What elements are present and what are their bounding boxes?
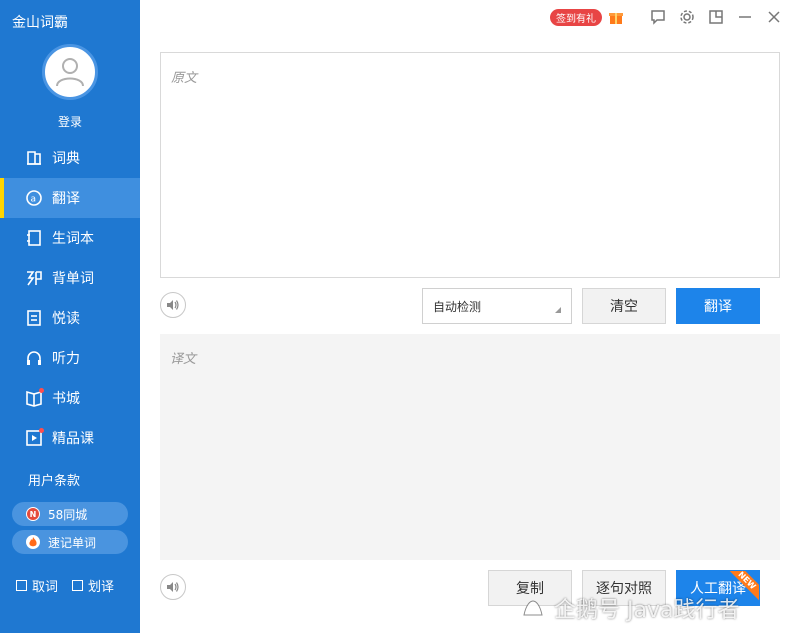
sidebar-item-vocabulary[interactable]: 生词本 <box>0 218 140 258</box>
minimize-icon[interactable] <box>736 8 754 26</box>
video-course-icon <box>25 428 44 447</box>
sidebar-item-listening[interactable]: 听力 <box>0 338 140 378</box>
sidebar-item-reading[interactable]: 悦读 <box>0 298 140 338</box>
sidebar-item-bookstore[interactable]: 书城 <box>0 378 140 418</box>
mini-mode-icon[interactable] <box>707 8 725 26</box>
copy-button[interactable]: 复制 <box>488 570 572 606</box>
checkbox-box[interactable] <box>16 580 27 591</box>
capture-word-checkbox[interactable]: 取词 <box>16 576 58 595</box>
dictionary-icon <box>25 149 43 167</box>
avatar[interactable] <box>42 44 98 100</box>
human-translation-button[interactable]: 人工翻译 NEW <box>676 570 760 606</box>
speaker-icon <box>167 300 179 310</box>
notification-dot <box>39 428 44 433</box>
sidebar-item-translate[interactable]: a 翻译 <box>0 178 140 218</box>
settings-gear-icon[interactable] <box>678 8 696 26</box>
headphones-icon <box>25 349 43 367</box>
source-pronounce-button[interactable] <box>160 292 186 318</box>
svg-text:N: N <box>30 510 37 519</box>
svg-text:a: a <box>31 195 37 205</box>
sidebar-item-label: 悦读 <box>52 311 80 327</box>
clear-button[interactable]: 清空 <box>582 288 666 324</box>
gift-icon[interactable] <box>608 9 624 25</box>
app-title: 金山词霸 <box>12 15 68 31</box>
human-translation-label: 人工翻译 <box>690 581 746 597</box>
pill-label: 58同城 <box>48 507 88 522</box>
checkbox-label: 划译 <box>88 580 115 595</box>
sidebar-item-label: 书城 <box>52 391 80 407</box>
bookstore-icon <box>25 388 44 407</box>
title-bar-controls: 签到有礼 <box>550 0 795 34</box>
sentence-compare-button[interactable]: 逐句对照 <box>582 570 666 606</box>
source-placeholder: 原文 <box>171 71 198 86</box>
bottom-options: 取词 划译 <box>16 576 114 595</box>
sign-in-gift-badge[interactable]: 签到有礼 <box>550 8 602 26</box>
feedback-icon[interactable] <box>649 8 667 26</box>
notification-dot <box>39 388 44 393</box>
reading-icon <box>25 309 43 327</box>
source-text-input[interactable]: 原文 <box>160 52 780 278</box>
quick-words-pill[interactable]: 速记单词 <box>12 530 128 554</box>
close-icon[interactable] <box>765 8 783 26</box>
vocabulary-book-icon <box>25 229 43 247</box>
target-pronounce-button[interactable] <box>160 574 186 600</box>
sidebar-item-label: 词典 <box>52 151 80 167</box>
user-icon <box>56 58 84 87</box>
sidebar: 金山词霸 登录 词典 a 翻译 生词本 背单词 悦读 听力 书城 精品课 用户条… <box>0 0 140 633</box>
translation-output[interactable]: 译文 <box>160 334 780 560</box>
target-placeholder: 译文 <box>170 352 197 367</box>
speaker-icon <box>167 582 179 592</box>
sidebar-nav: 词典 a 翻译 生词本 背单词 悦读 听力 书城 精品课 <box>0 138 140 458</box>
memorize-words-icon <box>25 269 43 287</box>
pill-label: 速记单词 <box>48 535 97 550</box>
login-link[interactable]: 登录 <box>0 113 140 130</box>
language-select-value: 自动检测 <box>433 299 482 314</box>
flame-icon <box>26 535 40 549</box>
sidebar-item-label: 精品课 <box>52 431 94 447</box>
sidebar-item-memorize[interactable]: 背单词 <box>0 258 140 298</box>
58-city-pill[interactable]: N 58同城 <box>12 502 128 526</box>
translate-button[interactable]: 翻译 <box>676 288 760 324</box>
translate-icon: a <box>25 189 43 207</box>
sidebar-item-dictionary[interactable]: 词典 <box>0 138 140 178</box>
sidebar-item-label: 翻译 <box>52 191 80 207</box>
select-translate-checkbox[interactable]: 划译 <box>72 576 114 595</box>
sidebar-item-label: 听力 <box>52 351 80 367</box>
sidebar-item-courses[interactable]: 精品课 <box>0 418 140 458</box>
user-terms-link[interactable]: 用户条款 <box>28 470 80 489</box>
checkbox-label: 取词 <box>32 580 59 595</box>
checkbox-box[interactable] <box>72 580 84 591</box>
58-logo-icon: N <box>26 507 40 521</box>
sidebar-item-label: 生词本 <box>52 231 94 247</box>
sidebar-item-label: 背单词 <box>52 271 94 287</box>
dropdown-caret-icon <box>555 307 561 313</box>
language-select[interactable]: 自动检测 <box>422 288 572 324</box>
